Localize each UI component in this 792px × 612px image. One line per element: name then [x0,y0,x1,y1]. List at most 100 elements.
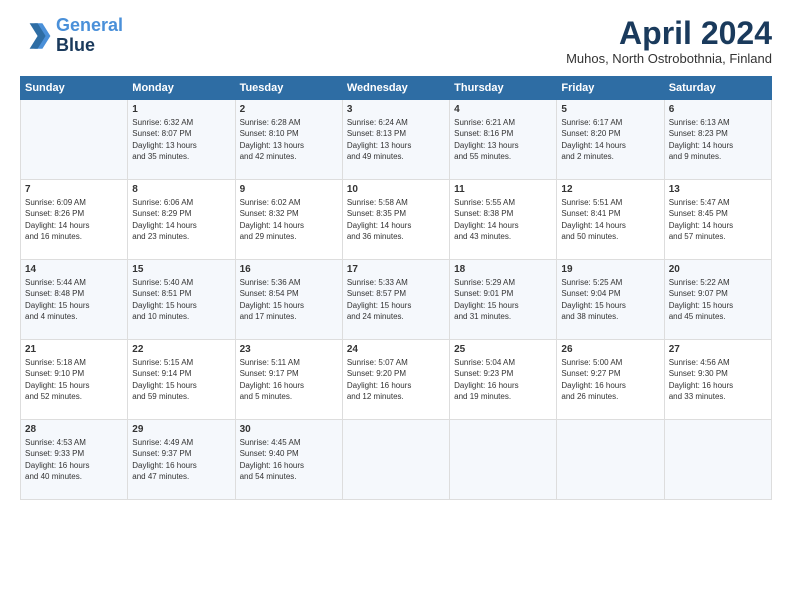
cell-info: Sunrise: 5:15 AM Sunset: 9:14 PM Dayligh… [132,357,230,402]
calendar-cell: 23 Sunrise: 5:11 AM Sunset: 9:17 PM Dayli… [235,340,342,420]
cell-info: Sunrise: 5:00 AM Sunset: 9:27 PM Dayligh… [561,357,659,402]
day-number: 29 [132,424,230,435]
day-number: 17 [347,264,445,275]
calendar-cell [21,100,128,180]
calendar-cell: 17 Sunrise: 5:33 AM Sunset: 8:57 PM Dayli… [342,260,449,340]
cell-info: Sunrise: 5:18 AM Sunset: 9:10 PM Dayligh… [25,357,123,402]
cell-info: Sunrise: 5:51 AM Sunset: 8:41 PM Dayligh… [561,197,659,242]
cell-info: Sunrise: 6:09 AM Sunset: 8:26 PM Dayligh… [25,197,123,242]
week-row: 28 Sunrise: 4:53 AM Sunset: 9:33 PM Dayli… [21,420,772,500]
calendar-cell: 6 Sunrise: 6:13 AM Sunset: 8:23 PM Daylig… [664,100,771,180]
calendar-cell: 28 Sunrise: 4:53 AM Sunset: 9:33 PM Dayli… [21,420,128,500]
week-row: 14 Sunrise: 5:44 AM Sunset: 8:48 PM Dayli… [21,260,772,340]
header-day: Thursday [450,77,557,100]
week-row: 21 Sunrise: 5:18 AM Sunset: 9:10 PM Dayli… [21,340,772,420]
calendar-table: SundayMondayTuesdayWednesdayThursdayFrid… [20,76,772,500]
cell-info: Sunrise: 5:36 AM Sunset: 8:54 PM Dayligh… [240,277,338,322]
calendar-cell: 13 Sunrise: 5:47 AM Sunset: 8:45 PM Dayli… [664,180,771,260]
calendar-cell: 3 Sunrise: 6:24 AM Sunset: 8:13 PM Daylig… [342,100,449,180]
calendar-cell: 1 Sunrise: 6:32 AM Sunset: 8:07 PM Daylig… [128,100,235,180]
cell-info: Sunrise: 5:25 AM Sunset: 9:04 PM Dayligh… [561,277,659,322]
week-row: 7 Sunrise: 6:09 AM Sunset: 8:26 PM Daylig… [21,180,772,260]
day-number: 16 [240,264,338,275]
day-number: 27 [669,344,767,355]
cell-info: Sunrise: 4:53 AM Sunset: 9:33 PM Dayligh… [25,437,123,482]
cell-info: Sunrise: 5:55 AM Sunset: 8:38 PM Dayligh… [454,197,552,242]
day-number: 9 [240,184,338,195]
cell-info: Sunrise: 6:02 AM Sunset: 8:32 PM Dayligh… [240,197,338,242]
calendar-cell: 21 Sunrise: 5:18 AM Sunset: 9:10 PM Dayli… [21,340,128,420]
cell-info: Sunrise: 6:06 AM Sunset: 8:29 PM Dayligh… [132,197,230,242]
cell-info: Sunrise: 5:04 AM Sunset: 9:23 PM Dayligh… [454,357,552,402]
title-area: April 2024 Muhos, North Ostrobothnia, Fi… [566,16,772,66]
header-day: Monday [128,77,235,100]
calendar-cell: 15 Sunrise: 5:40 AM Sunset: 8:51 PM Dayli… [128,260,235,340]
cell-info: Sunrise: 6:24 AM Sunset: 8:13 PM Dayligh… [347,117,445,162]
calendar-cell: 11 Sunrise: 5:55 AM Sunset: 8:38 PM Dayli… [450,180,557,260]
day-number: 13 [669,184,767,195]
header-day: Sunday [21,77,128,100]
calendar-cell: 4 Sunrise: 6:21 AM Sunset: 8:16 PM Daylig… [450,100,557,180]
day-number: 30 [240,424,338,435]
cell-info: Sunrise: 5:29 AM Sunset: 9:01 PM Dayligh… [454,277,552,322]
cell-info: Sunrise: 6:32 AM Sunset: 8:07 PM Dayligh… [132,117,230,162]
calendar-cell: 25 Sunrise: 5:04 AM Sunset: 9:23 PM Dayli… [450,340,557,420]
header-day: Saturday [664,77,771,100]
page: General Blue April 2024 Muhos, North Ost… [0,0,792,612]
day-number: 2 [240,104,338,115]
calendar-cell: 19 Sunrise: 5:25 AM Sunset: 9:04 PM Dayli… [557,260,664,340]
location: Muhos, North Ostrobothnia, Finland [566,51,772,66]
day-number: 15 [132,264,230,275]
cell-info: Sunrise: 5:07 AM Sunset: 9:20 PM Dayligh… [347,357,445,402]
cell-info: Sunrise: 4:56 AM Sunset: 9:30 PM Dayligh… [669,357,767,402]
month-title: April 2024 [566,16,772,51]
calendar-cell: 10Sunrise: 5:58 AM Sunset: 8:35 PM Dayli… [342,180,449,260]
day-number: 5 [561,104,659,115]
header: General Blue April 2024 Muhos, North Ost… [20,16,772,66]
day-number: 23 [240,344,338,355]
day-number: 12 [561,184,659,195]
cell-info: Sunrise: 5:47 AM Sunset: 8:45 PM Dayligh… [669,197,767,242]
cell-info: Sunrise: 4:49 AM Sunset: 9:37 PM Dayligh… [132,437,230,482]
header-row: SundayMondayTuesdayWednesdayThursdayFrid… [21,77,772,100]
cell-info: Sunrise: 5:33 AM Sunset: 8:57 PM Dayligh… [347,277,445,322]
day-number: 19 [561,264,659,275]
calendar-cell: 14 Sunrise: 5:44 AM Sunset: 8:48 PM Dayli… [21,260,128,340]
day-number: 21 [25,344,123,355]
calendar-cell [342,420,449,500]
day-number: 25 [454,344,552,355]
day-number: 14 [25,264,123,275]
calendar-cell: 30Sunrise: 4:45 AM Sunset: 9:40 PM Dayli… [235,420,342,500]
cell-info: Sunrise: 6:21 AM Sunset: 8:16 PM Dayligh… [454,117,552,162]
calendar-cell: 26 Sunrise: 5:00 AM Sunset: 9:27 PM Dayli… [557,340,664,420]
day-number: 28 [25,424,123,435]
day-number: 6 [669,104,767,115]
day-number: 11 [454,184,552,195]
day-number: 4 [454,104,552,115]
week-row: 1 Sunrise: 6:32 AM Sunset: 8:07 PM Daylig… [21,100,772,180]
calendar-cell: 27 Sunrise: 4:56 AM Sunset: 9:30 PM Dayli… [664,340,771,420]
cell-info: Sunrise: 5:58 AM Sunset: 8:35 PM Dayligh… [347,197,445,242]
header-day: Friday [557,77,664,100]
calendar-cell: 16 Sunrise: 5:36 AM Sunset: 8:54 PM Dayli… [235,260,342,340]
calendar-cell [664,420,771,500]
cell-info: Sunrise: 5:22 AM Sunset: 9:07 PM Dayligh… [669,277,767,322]
calendar-cell: 12 Sunrise: 5:51 AM Sunset: 8:41 PM Dayli… [557,180,664,260]
day-number: 3 [347,104,445,115]
calendar-cell: 7 Sunrise: 6:09 AM Sunset: 8:26 PM Daylig… [21,180,128,260]
day-number: 26 [561,344,659,355]
header-day: Wednesday [342,77,449,100]
header-day: Tuesday [235,77,342,100]
cell-info: Sunrise: 5:44 AM Sunset: 8:48 PM Dayligh… [25,277,123,322]
logo-text: General Blue [56,16,123,56]
calendar-cell: 8Sunrise: 6:06 AM Sunset: 8:29 PM Daylig… [128,180,235,260]
cell-info: Sunrise: 5:11 AM Sunset: 9:17 PM Dayligh… [240,357,338,402]
cell-info: Sunrise: 6:28 AM Sunset: 8:10 PM Dayligh… [240,117,338,162]
day-number: 1 [132,104,230,115]
cell-info: Sunrise: 5:40 AM Sunset: 8:51 PM Dayligh… [132,277,230,322]
logo-icon [20,20,52,52]
cell-info: Sunrise: 6:13 AM Sunset: 8:23 PM Dayligh… [669,117,767,162]
day-number: 7 [25,184,123,195]
calendar-cell: 22 Sunrise: 5:15 AM Sunset: 9:14 PM Dayli… [128,340,235,420]
day-number: 22 [132,344,230,355]
